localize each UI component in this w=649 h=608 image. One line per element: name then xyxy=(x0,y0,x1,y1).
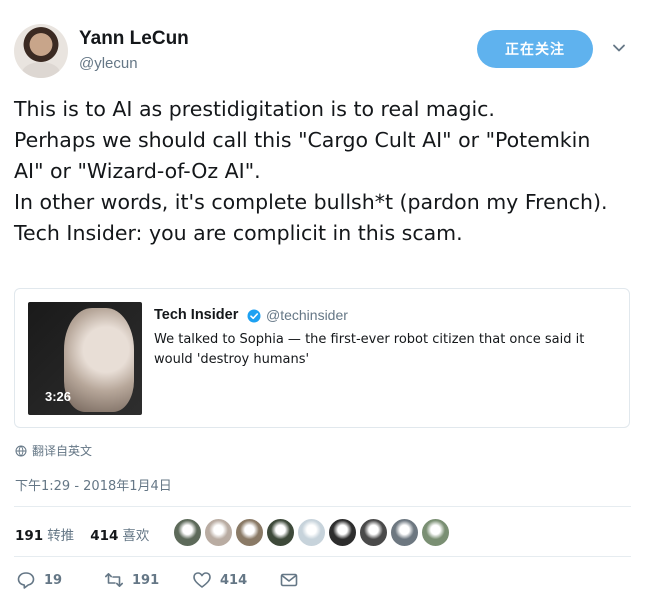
envelope-icon xyxy=(280,573,298,587)
following-button[interactable]: 正在关注 xyxy=(477,30,593,68)
liker-avatar[interactable] xyxy=(421,518,450,547)
video-duration: 3:26 xyxy=(45,389,72,404)
robot-face-image xyxy=(64,308,134,412)
like-count: 414 xyxy=(220,572,248,588)
reply-button[interactable]: 19 xyxy=(16,570,62,590)
retweet-stat-count: 191 xyxy=(15,528,44,544)
tweet-line: Perhaps we should call this "Cargo Cult … xyxy=(14,128,591,152)
divider xyxy=(14,506,631,507)
liker-avatar[interactable] xyxy=(297,518,326,547)
tweet-line: Tech Insider: you are complicit in this … xyxy=(14,221,463,245)
reply-count: 19 xyxy=(44,572,63,588)
like-stat-count: 414 xyxy=(90,528,119,544)
liker-avatar[interactable] xyxy=(235,518,264,547)
translate-link[interactable]: 翻译自英文 xyxy=(15,442,92,459)
liker-avatars xyxy=(173,518,450,547)
liker-avatar[interactable] xyxy=(204,518,233,547)
retweet-stat-label: 转推 xyxy=(47,528,75,544)
tweet-line: AI" or "Wizard-of-Oz AI". xyxy=(14,159,261,183)
translate-label: 翻译自英文 xyxy=(32,444,93,458)
like-stat[interactable]: 414 喜欢 xyxy=(90,524,149,544)
retweet-icon xyxy=(105,573,123,587)
like-stat-label: 喜欢 xyxy=(122,528,150,544)
chevron-down-icon[interactable] xyxy=(612,41,626,55)
liker-avatar[interactable] xyxy=(390,518,419,547)
quoted-video-thumbnail[interactable]: 3:26 xyxy=(28,302,142,415)
direct-message-button[interactable] xyxy=(279,570,299,590)
retweet-stat[interactable]: 191 转推 xyxy=(15,524,74,544)
divider xyxy=(14,556,631,557)
like-button[interactable]: 414 xyxy=(192,570,247,590)
reply-icon xyxy=(17,572,35,589)
globe-icon xyxy=(15,445,27,456)
tweet-line: This is to AI as prestidigitation is to … xyxy=(14,97,495,121)
quoted-tweet-text: We talked to Sophia — the first-ever rob… xyxy=(154,332,585,367)
engagement-stats: 191 转推 414 喜欢 xyxy=(15,524,149,544)
quoted-tweet-card[interactable]: 3:26 Tech Insider @techinsider We talked… xyxy=(14,288,630,428)
tweet-actions: 19 191 414 xyxy=(0,570,649,600)
author-name[interactable]: Yann LeCun xyxy=(79,28,189,50)
retweet-button[interactable]: 191 xyxy=(104,570,159,590)
liker-avatar[interactable] xyxy=(173,518,202,547)
liker-avatar[interactable] xyxy=(328,518,357,547)
liker-avatar[interactable] xyxy=(266,518,295,547)
tweet-text: This is to AI as prestidigitation is to … xyxy=(14,94,639,249)
tweet-timestamp[interactable]: 下午1:29 - 2018年1月4日 xyxy=(15,475,172,494)
author-handle[interactable]: @ylecun xyxy=(79,55,138,72)
retweet-count: 191 xyxy=(132,572,160,588)
quoted-author-name: Tech Insider xyxy=(154,307,239,323)
quoted-author-handle: @techinsider xyxy=(266,307,348,323)
heart-icon xyxy=(193,572,211,588)
verified-badge-icon xyxy=(247,309,261,323)
liker-avatar[interactable] xyxy=(359,518,388,547)
author-avatar[interactable] xyxy=(14,24,68,78)
tweet-line: In other words, it's complete bullsh*t (… xyxy=(14,190,608,214)
